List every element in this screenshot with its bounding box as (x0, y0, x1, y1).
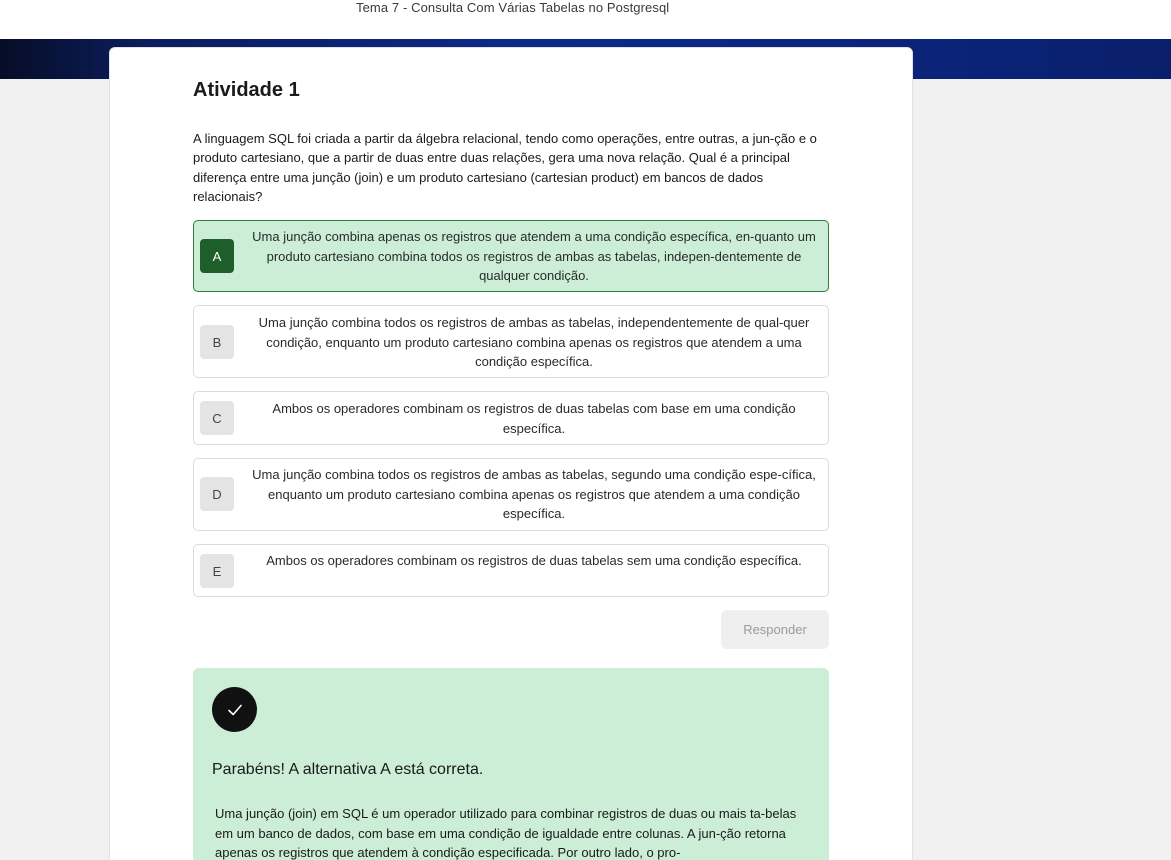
option-b[interactable]: B Uma junção combina todos os registros … (193, 305, 829, 378)
option-letter-d: D (200, 477, 234, 511)
option-text-b: Uma junção combina todos os registros de… (258, 315, 810, 369)
option-a[interactable]: A Uma junção combina apenas os registros… (193, 220, 829, 292)
option-letter-a: A (200, 239, 234, 273)
option-text-c: Ambos os operadores combinam os registro… (272, 401, 796, 436)
question-text: A linguagem SQL foi criada a partir da á… (193, 131, 817, 205)
check-icon (212, 687, 257, 732)
option-c[interactable]: C Ambos os operadores combinam os regist… (193, 391, 829, 445)
option-letter-e: E (200, 554, 234, 588)
top-bar: Tema 7 - Consulta Com Várias Tabelas no … (0, 0, 1171, 39)
option-letter-c: C (200, 401, 234, 435)
option-d[interactable]: D Uma junção combina todos os registros … (193, 458, 829, 531)
activity-title: Atividade 1 (193, 79, 300, 101)
feedback-title: Parabéns! A alternativa A está correta. (212, 761, 484, 778)
feedback-panel: Parabéns! A alternativa A está correta. … (193, 668, 829, 860)
respond-button[interactable]: Responder (721, 610, 829, 649)
option-text-d: Uma junção combina todos os registros de… (252, 467, 816, 521)
option-letter-b: B (200, 325, 234, 359)
option-text-a: Uma junção combina apenas os registros q… (252, 229, 816, 283)
option-e[interactable]: E Ambos os operadores combinam os regist… (193, 544, 829, 597)
feedback-text: Uma junção (join) em SQL é um operador u… (215, 806, 797, 860)
option-text-e: Ambos os operadores combinam os registro… (266, 553, 802, 568)
topic-title: Tema 7 - Consulta Com Várias Tabelas no … (356, 0, 670, 15)
